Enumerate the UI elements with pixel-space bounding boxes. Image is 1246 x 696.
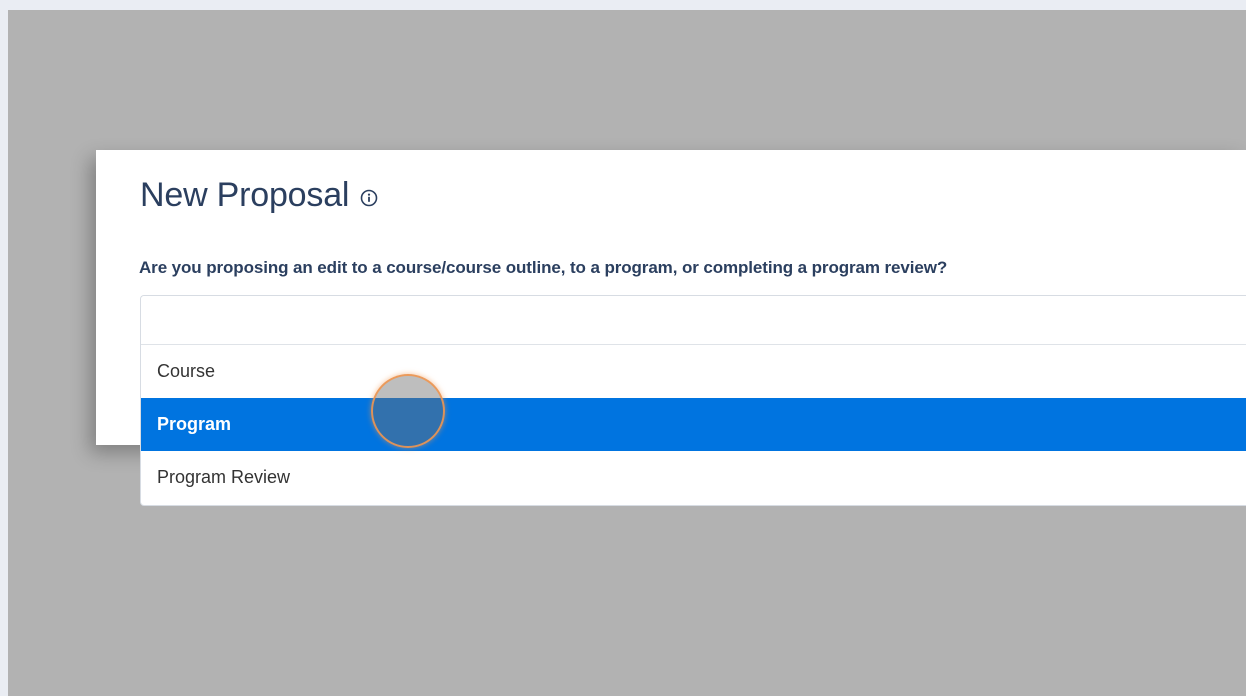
info-icon[interactable] [359,188,379,208]
proposal-type-question: Are you proposing an edit to a course/co… [139,258,948,277]
option-course[interactable]: Course [141,345,1246,398]
option-program-review[interactable]: Program Review [141,451,1246,504]
select-input[interactable] [141,296,1246,345]
modal-header: New Proposal [140,176,379,215]
option-program[interactable]: Program [141,398,1246,451]
proposal-type-select[interactable]: Course Program Program Review [140,295,1246,506]
click-indicator [371,374,445,448]
modal-title: New Proposal [140,176,350,214]
